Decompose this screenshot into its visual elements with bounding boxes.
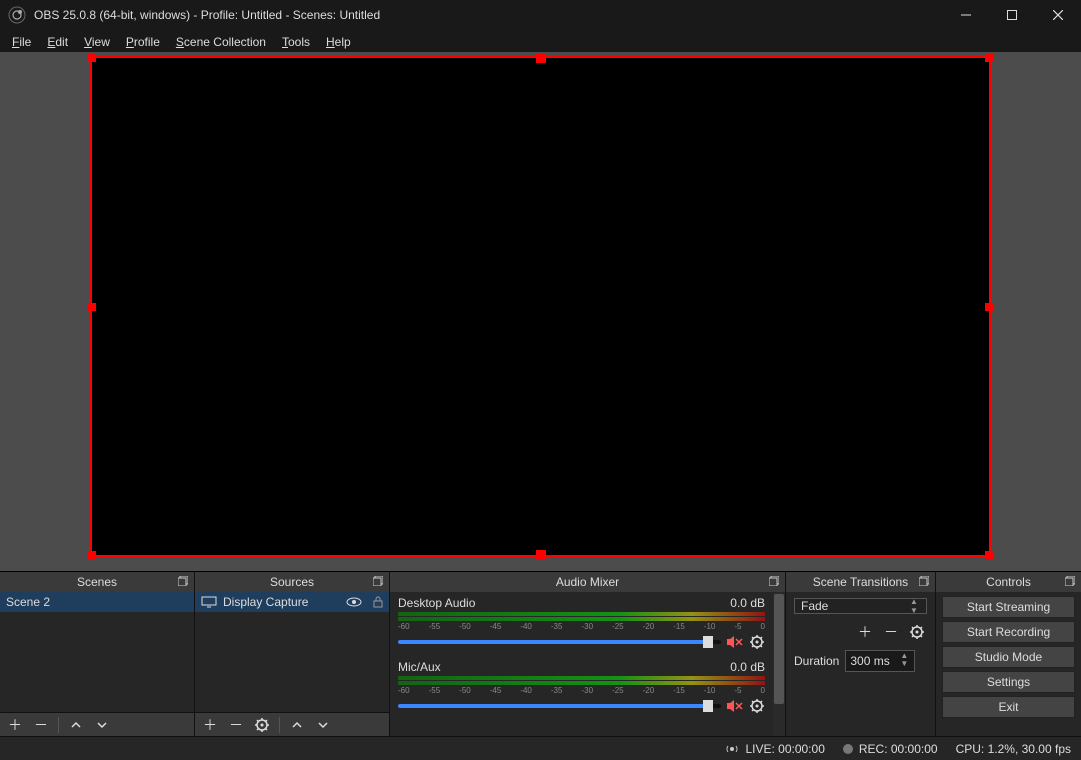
menu-tools[interactable]: Tools: [274, 33, 318, 51]
menu-file[interactable]: File: [4, 33, 39, 51]
title-bar: OBS 25.0.8 (64-bit, windows) - Profile: …: [0, 0, 1081, 30]
duration-label: Duration: [794, 654, 839, 668]
source-item[interactable]: Display Capture: [195, 592, 389, 612]
popout-icon[interactable]: [767, 574, 781, 588]
transition-settings-button[interactable]: [907, 622, 927, 642]
audio-track-name: Desktop Audio: [398, 596, 475, 610]
popout-icon[interactable]: [1063, 574, 1077, 588]
audio-track-name: Mic/Aux: [398, 660, 441, 674]
settings-button[interactable]: Settings: [942, 671, 1075, 693]
sources-panel: Sources Display Capture ＋ －: [195, 572, 390, 736]
resize-handle-tr[interactable]: [985, 54, 993, 62]
audio-settings-icon[interactable]: [749, 698, 765, 714]
audio-mixer-panel: Audio Mixer Desktop Audio 0.0 dB -60-55-…: [390, 572, 786, 736]
add-source-button[interactable]: ＋: [199, 715, 221, 735]
menu-scene-collection[interactable]: Scene Collection: [168, 33, 274, 51]
broadcast-icon: [725, 742, 739, 756]
menu-edit[interactable]: Edit: [39, 33, 76, 51]
source-properties-button[interactable]: [251, 715, 273, 735]
popout-icon[interactable]: [371, 574, 385, 588]
minimize-button[interactable]: [943, 0, 989, 30]
add-transition-button[interactable]: ＋: [855, 622, 875, 642]
maximize-button[interactable]: [989, 0, 1035, 30]
scenes-list[interactable]: Scene 2: [0, 592, 194, 712]
audio-track-mic: Mic/Aux 0.0 dB -60-55-50-45-40-35-30-25-…: [398, 660, 765, 714]
audio-meter: -60-55-50-45-40-35-30-25-20-15-10-50: [398, 676, 765, 692]
move-scene-down-button[interactable]: [91, 715, 113, 735]
lock-toggle-icon[interactable]: [369, 594, 387, 610]
status-bar: LIVE: 00:00:00 REC: 00:00:00 CPU: 1.2%, …: [0, 736, 1081, 760]
preview-canvas[interactable]: [90, 56, 991, 557]
popout-icon[interactable]: [917, 574, 931, 588]
mixer-title: Audio Mixer: [556, 575, 619, 589]
close-button[interactable]: [1035, 0, 1081, 30]
menu-help[interactable]: Help: [318, 33, 359, 51]
visibility-toggle-icon[interactable]: [345, 594, 363, 610]
app-icon: [8, 6, 26, 24]
audio-settings-icon[interactable]: [749, 634, 765, 650]
meter-ticks: -60-55-50-45-40-35-30-25-20-15-10-50: [398, 622, 765, 631]
exit-button[interactable]: Exit: [942, 696, 1075, 718]
status-cpu: CPU: 1.2%, 30.00 fps: [956, 742, 1071, 756]
transitions-title: Scene Transitions: [813, 575, 908, 589]
volume-slider[interactable]: [398, 640, 721, 644]
resize-handle-bm[interactable]: [536, 550, 546, 560]
menu-bar: File Edit View Profile Scene Collection …: [0, 30, 1081, 52]
audio-track-desktop: Desktop Audio 0.0 dB -60-55-50-45-40-35-…: [398, 596, 765, 650]
audio-track-level: 0.0 dB: [730, 596, 765, 610]
meter-ticks: -60-55-50-45-40-35-30-25-20-15-10-50: [398, 686, 765, 695]
display-icon: [201, 596, 217, 608]
sources-title: Sources: [270, 575, 314, 589]
start-recording-button[interactable]: Start Recording: [942, 621, 1075, 643]
move-source-down-button[interactable]: [312, 715, 334, 735]
preview-area[interactable]: [0, 52, 1081, 571]
controls-panel: Controls Start Streaming Start Recording…: [936, 572, 1081, 736]
window-title: OBS 25.0.8 (64-bit, windows) - Profile: …: [34, 8, 380, 22]
menu-view[interactable]: View: [76, 33, 118, 51]
audio-meter: -60-55-50-45-40-35-30-25-20-15-10-50: [398, 612, 765, 628]
scene-item[interactable]: Scene 2: [0, 592, 194, 612]
scenes-panel: Scenes Scene 2 ＋ －: [0, 572, 195, 736]
menu-profile[interactable]: Profile: [118, 33, 168, 51]
resize-handle-ml[interactable]: [88, 303, 96, 311]
status-rec: REC: 00:00:00: [859, 742, 938, 756]
updown-icon: ▲▼: [910, 601, 922, 611]
speaker-mute-icon[interactable]: [727, 698, 743, 714]
record-dot-icon: [843, 744, 853, 754]
mixer-scrollbar[interactable]: [773, 592, 785, 736]
status-live: LIVE: 00:00:00: [745, 742, 824, 756]
remove-source-button[interactable]: －: [225, 715, 247, 735]
resize-handle-br[interactable]: [985, 551, 993, 559]
move-source-up-button[interactable]: [286, 715, 308, 735]
scene-transitions-panel: Scene Transitions Fade ▲▼ ＋ － Duration: [786, 572, 936, 736]
volume-slider[interactable]: [398, 704, 721, 708]
sources-list[interactable]: Display Capture: [195, 592, 389, 712]
move-scene-up-button[interactable]: [65, 715, 87, 735]
duration-spinner[interactable]: 300 ms ▲▼: [845, 650, 915, 672]
remove-transition-button[interactable]: －: [881, 622, 901, 642]
add-scene-button[interactable]: ＋: [4, 715, 26, 735]
audio-track-level: 0.0 dB: [730, 660, 765, 674]
controls-title: Controls: [986, 575, 1031, 589]
studio-mode-button[interactable]: Studio Mode: [942, 646, 1075, 668]
scenes-title: Scenes: [77, 575, 117, 589]
speaker-mute-icon[interactable]: [727, 634, 743, 650]
popout-icon[interactable]: [176, 574, 190, 588]
remove-scene-button[interactable]: －: [30, 715, 52, 735]
resize-handle-bl[interactable]: [88, 551, 96, 559]
resize-handle-mr[interactable]: [985, 303, 993, 311]
start-streaming-button[interactable]: Start Streaming: [942, 596, 1075, 618]
resize-handle-tl[interactable]: [88, 54, 96, 62]
transition-select[interactable]: Fade ▲▼: [794, 598, 927, 614]
resize-handle-tm[interactable]: [536, 53, 546, 63]
spinner-arrows-icon[interactable]: ▲▼: [900, 652, 912, 670]
